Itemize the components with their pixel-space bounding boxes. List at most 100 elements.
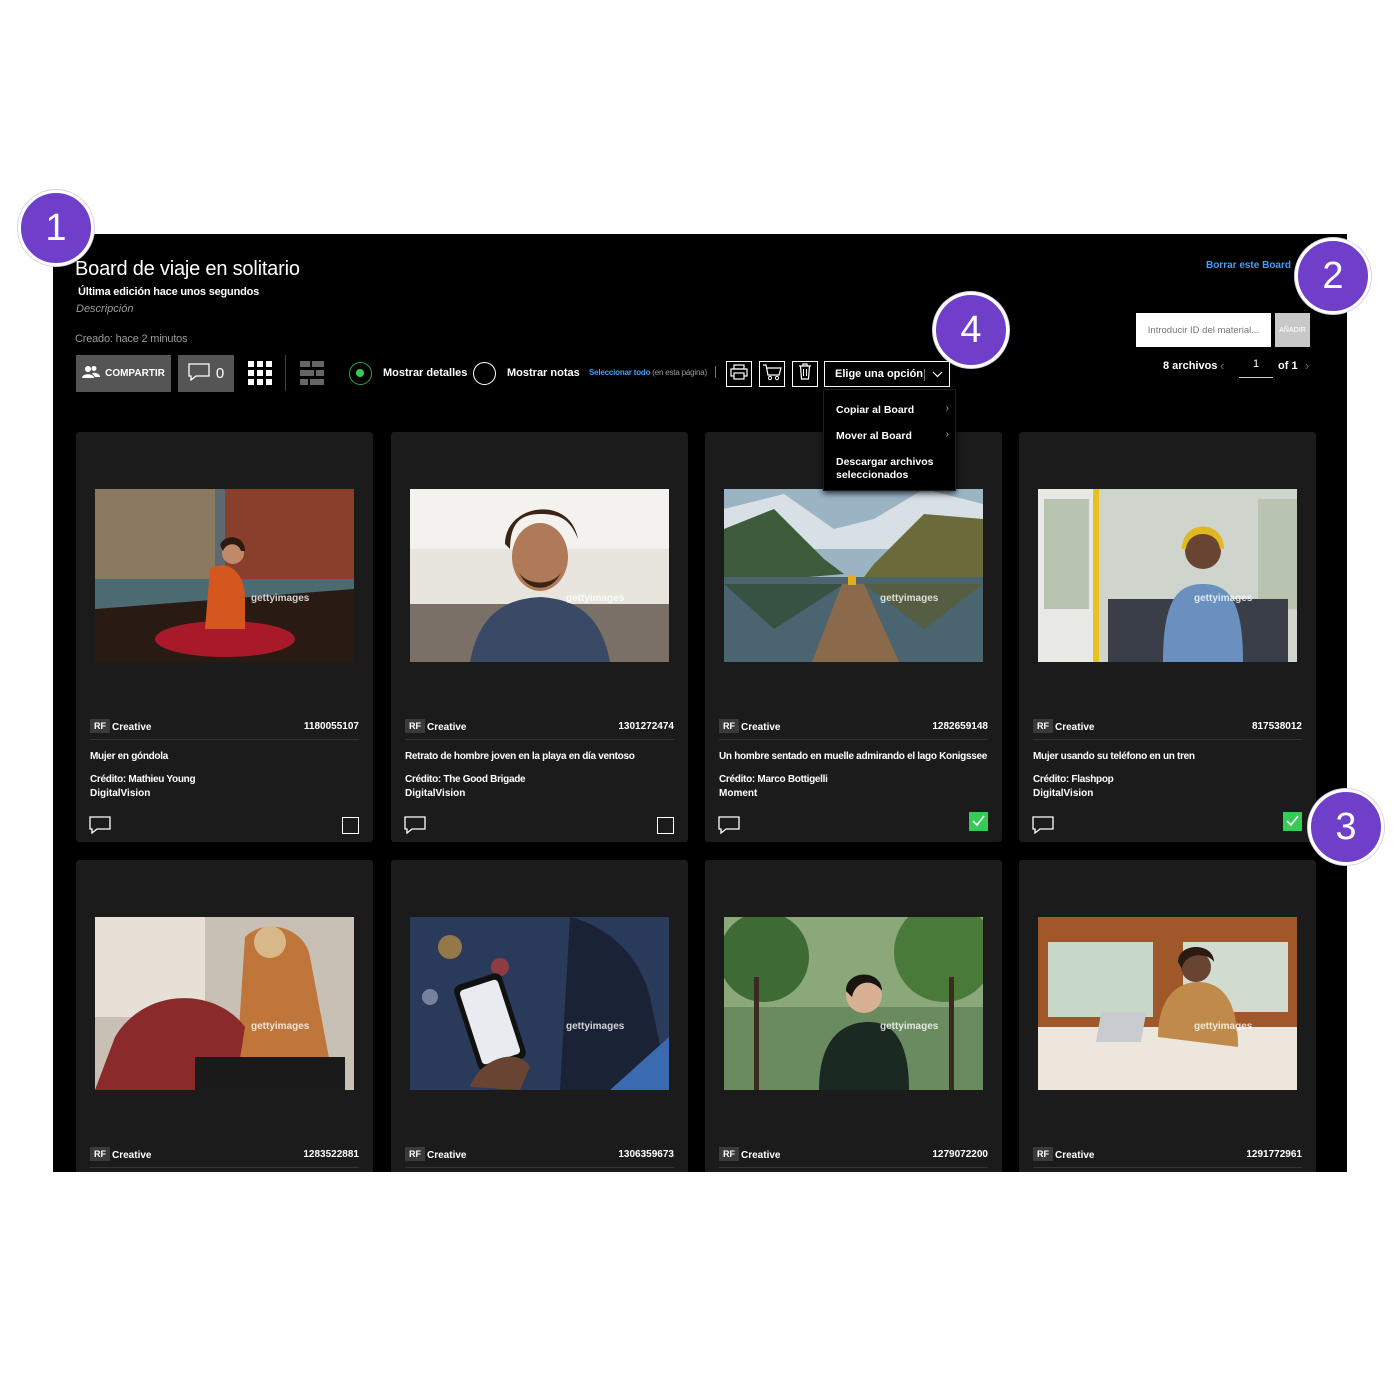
delete-board-link[interactable]: Borrar este Board xyxy=(1206,260,1291,271)
asset-caption[interactable]: Mujer en góndola xyxy=(90,751,168,762)
license-badge: RF xyxy=(719,1147,739,1161)
asset-id[interactable]: 1282659148 xyxy=(932,721,988,732)
board-title[interactable]: Board de viaje en solitario xyxy=(75,258,300,281)
page-number-input[interactable]: 1 xyxy=(1239,358,1273,378)
toolbar-divider xyxy=(715,366,716,378)
callout-badge-1: 1 xyxy=(18,190,94,266)
asset-category: Creative xyxy=(112,722,152,733)
asset-caption[interactable]: Un hombre sentado en muelle admirando el… xyxy=(719,751,987,762)
select-checkbox-checked[interactable] xyxy=(1283,812,1302,831)
asset-category: Creative xyxy=(741,722,781,733)
select-all-link[interactable]: Seleccionar todo xyxy=(589,368,650,377)
card-divider xyxy=(1033,1167,1302,1168)
add-note-icon[interactable] xyxy=(404,816,426,839)
asset-id[interactable]: 1306359673 xyxy=(618,1149,674,1160)
cart-icon xyxy=(762,363,782,386)
asset-image-camper-laptop[interactable]: gettyimages xyxy=(1038,917,1297,1090)
delete-selected-button[interactable] xyxy=(792,361,818,387)
asset-id[interactable]: 1301272474 xyxy=(618,721,674,732)
asset-category: Creative xyxy=(427,722,467,733)
created-time: Creado: hace 2 minutos xyxy=(75,333,188,345)
chevron-right-icon: › xyxy=(945,429,949,440)
previous-page-icon[interactable]: ‹ xyxy=(1220,358,1224,373)
license-badge: RF xyxy=(1033,719,1053,733)
show-notes-label[interactable]: Mostrar notas xyxy=(507,367,580,379)
asset-caption[interactable]: Mujer usando su teléfono en un tren xyxy=(1033,751,1195,762)
next-page-icon[interactable]: › xyxy=(1305,358,1309,373)
asset-card[interactable]: gettyimages RF Creative 1282659148 Un ho… xyxy=(705,432,1002,842)
card-divider xyxy=(90,1167,359,1168)
asset-collection: Moment xyxy=(719,788,758,799)
asset-credit: Crédito: The Good Brigade xyxy=(405,774,526,785)
select-checkbox-checked[interactable] xyxy=(969,812,988,831)
option-menu: Copiar al Board › Mover al Board › Desca… xyxy=(823,389,956,491)
grid-view-icon[interactable] xyxy=(248,361,272,390)
watermark: gettyimages xyxy=(880,1021,939,1032)
asset-image-phone-map[interactable]: gettyimages xyxy=(410,917,669,1090)
asset-category: Creative xyxy=(112,1150,152,1161)
asset-card[interactable]: gettyimages RF Creative 1279072200 xyxy=(705,860,1002,1172)
asset-caption[interactable]: Retrato de hombre joven en la playa en d… xyxy=(405,751,635,762)
show-details-label[interactable]: Mostrar detalles xyxy=(383,367,467,379)
board-panel: Board de viaje en solitario Última edici… xyxy=(53,234,1347,1172)
cart-button[interactable] xyxy=(759,361,785,387)
asset-id[interactable]: 817538012 xyxy=(1252,721,1302,732)
comment-icon xyxy=(188,362,210,385)
asset-image-train-woman[interactable]: gettyimages xyxy=(1038,489,1297,662)
menu-item-copy-to-board[interactable]: Copiar al Board xyxy=(836,404,914,417)
add-note-icon[interactable] xyxy=(89,816,111,839)
watermark: gettyimages xyxy=(1194,1021,1253,1032)
asset-card[interactable]: gettyimages RF Creative 1283522881 xyxy=(76,860,373,1172)
card-divider xyxy=(1033,739,1302,740)
add-asset-button[interactable]: AÑADIR xyxy=(1275,313,1310,347)
asset-card[interactable]: gettyimages RF Creative 817538012 Mujer … xyxy=(1019,432,1316,842)
chevron-down-icon xyxy=(932,369,943,381)
asset-credit: Crédito: Flashpop xyxy=(1033,774,1114,785)
menu-item-move-to-board[interactable]: Mover al Board xyxy=(836,430,912,443)
card-divider xyxy=(719,739,988,740)
board-comments-button[interactable]: 0 xyxy=(178,355,234,392)
select-checkbox[interactable] xyxy=(342,817,359,834)
trash-icon xyxy=(798,363,812,385)
license-badge: RF xyxy=(90,1147,110,1161)
print-button[interactable] xyxy=(726,361,752,387)
asset-image-lake-pier[interactable]: gettyimages xyxy=(724,489,983,662)
asset-image-gondola[interactable]: gettyimages xyxy=(95,489,354,662)
license-badge: RF xyxy=(719,719,739,733)
show-details-radio[interactable] xyxy=(349,362,372,385)
asset-card[interactable]: gettyimages RF Creative 1291772961 xyxy=(1019,860,1316,1172)
select-all-scope: (en esta página) xyxy=(652,368,707,377)
share-label: COMPARTIR xyxy=(105,368,165,379)
board-description[interactable]: Descripción xyxy=(76,303,133,315)
callout-badge-3: 3 xyxy=(1308,789,1384,865)
show-notes-radio[interactable] xyxy=(473,362,496,385)
print-icon xyxy=(730,363,748,385)
mosaic-view-icon[interactable] xyxy=(300,361,324,390)
select-checkbox[interactable] xyxy=(657,817,674,834)
add-note-icon[interactable] xyxy=(1032,816,1054,839)
option-select[interactable]: Elige una opción xyxy=(824,361,950,387)
asset-image-park-woman[interactable]: gettyimages xyxy=(724,917,983,1090)
asset-id[interactable]: 1291772961 xyxy=(1246,1149,1302,1160)
asset-image-packing[interactable]: gettyimages xyxy=(95,917,354,1090)
asset-image-beach-man[interactable]: gettyimages xyxy=(410,489,669,662)
asset-id[interactable]: 1283522881 xyxy=(303,1149,359,1160)
asset-card[interactable]: gettyimages RF Creative 1306359673 xyxy=(391,860,688,1172)
menu-item-download-selected[interactable]: Descargar archivos seleccionados xyxy=(836,456,941,482)
license-badge: RF xyxy=(90,719,110,733)
share-button[interactable]: COMPARTIR xyxy=(76,355,171,392)
asset-card[interactable]: gettyimages RF Creative 1180055107 Mujer… xyxy=(76,432,373,842)
asset-card[interactable]: gettyimages RF Creative 1301272474 Retra… xyxy=(391,432,688,842)
asset-id-input[interactable] xyxy=(1136,313,1271,347)
watermark: gettyimages xyxy=(1194,593,1253,604)
asset-id[interactable]: 1180055107 xyxy=(304,721,359,732)
last-edit-status: Última edición hace unos segundos xyxy=(78,286,260,298)
asset-collection: DigitalVision xyxy=(1033,788,1094,799)
asset-id[interactable]: 1279072200 xyxy=(932,1149,988,1160)
add-note-icon[interactable] xyxy=(718,816,740,839)
watermark: gettyimages xyxy=(566,1021,625,1032)
file-count: 8 archivos xyxy=(1163,360,1218,372)
asset-collection: DigitalVision xyxy=(90,788,151,799)
card-divider xyxy=(405,739,674,740)
option-select-label: Elige una opción xyxy=(835,368,924,380)
